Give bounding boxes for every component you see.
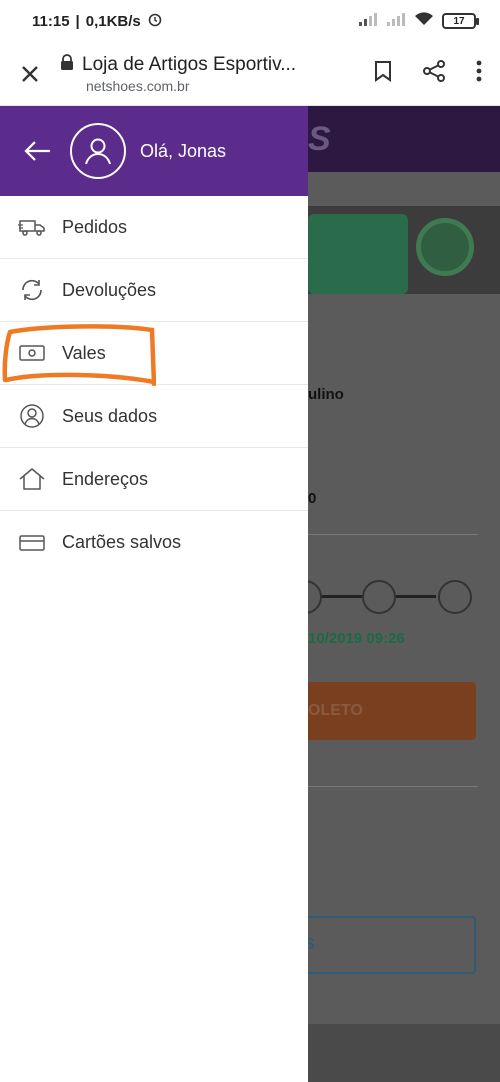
drawer-header: Olá, Jonas: [0, 106, 308, 196]
bg-header: S: [308, 106, 500, 172]
menu-item-pedidos[interactable]: Pedidos: [0, 196, 308, 259]
battery-icon: 17: [442, 13, 479, 29]
bg-banner: [308, 206, 500, 294]
page-title-row: Loja de Artigos Esportiv...: [60, 54, 360, 76]
close-icon[interactable]: [0, 64, 60, 84]
bg-number: 0: [308, 490, 317, 507]
whatsapp-icon: [416, 218, 474, 276]
step-icon: [308, 580, 322, 614]
alarm-icon: [147, 11, 163, 31]
bookmark-icon[interactable]: [374, 60, 392, 87]
step-icon: [438, 580, 472, 614]
user-icon: [17, 403, 47, 429]
more-icon[interactable]: [476, 60, 482, 87]
menu-label: Endereços: [62, 468, 149, 489]
background-page: S ulino 0 10/2019 09:26 OLETO S: [308, 106, 500, 1082]
menu-item-enderecos[interactable]: Endereços: [0, 448, 308, 511]
menu-item-cartoes-salvos[interactable]: Cartões salvos: [0, 511, 308, 574]
page-title: Loja de Artigos Esportiv...: [82, 53, 297, 75]
step-icon: [362, 580, 396, 614]
url-block[interactable]: Loja de Artigos Esportiv... netshoes.com…: [60, 54, 360, 94]
bg-date: 10/2019 09:26: [308, 630, 405, 647]
card-icon: [17, 534, 47, 552]
order-progress: [308, 576, 500, 616]
menu-label: Vales: [62, 342, 106, 363]
divider: [308, 786, 478, 787]
signal-icon: [358, 12, 378, 31]
avatar[interactable]: [70, 123, 126, 179]
voucher-icon: [17, 344, 47, 362]
phone-image: [308, 214, 408, 294]
menu-item-devolucoes[interactable]: Devoluções: [0, 259, 308, 322]
status-left: 11:15 | 0,1KB/s: [32, 11, 163, 31]
home-icon: [17, 467, 47, 491]
menu-label: Devoluções: [62, 279, 157, 300]
menu-item-seus-dados[interactable]: Seus dados: [0, 385, 308, 448]
page-url: netshoes.com.br: [86, 77, 190, 94]
outline-button[interactable]: S: [308, 916, 476, 974]
refresh-icon: [17, 277, 47, 303]
menu-label: Seus dados: [62, 405, 158, 426]
menu-label: Cartões salvos: [62, 532, 182, 552]
user-greeting: Olá, Jonas: [140, 140, 227, 161]
browser-actions: [360, 59, 500, 88]
menu-item-vales[interactable]: Vales: [0, 322, 308, 385]
bg-footer: [308, 1024, 500, 1082]
back-arrow-icon[interactable]: [24, 136, 54, 166]
lock-icon: [60, 53, 74, 76]
status-speed: 0,1KB/s: [85, 12, 141, 30]
share-icon[interactable]: [422, 59, 446, 88]
boleto-button[interactable]: OLETO: [308, 682, 476, 740]
browser-toolbar: Loja de Artigos Esportiv... netshoes.com…: [0, 42, 500, 106]
status-time: 11:15: [32, 12, 70, 30]
menu-label: Pedidos: [62, 216, 128, 237]
signal-icon: [386, 12, 406, 31]
truck-icon: [17, 217, 47, 237]
status-bar: 11:15 | 0,1KB/s 17: [0, 0, 500, 42]
navigation-drawer: Olá, Jonas Pedidos Devoluções Vales Seus…: [0, 106, 308, 1082]
divider: [308, 534, 478, 535]
wifi-icon: [414, 11, 434, 32]
bg-name: ulino: [308, 386, 344, 403]
battery-level: 17: [453, 15, 465, 27]
status-right: 17: [358, 11, 479, 32]
